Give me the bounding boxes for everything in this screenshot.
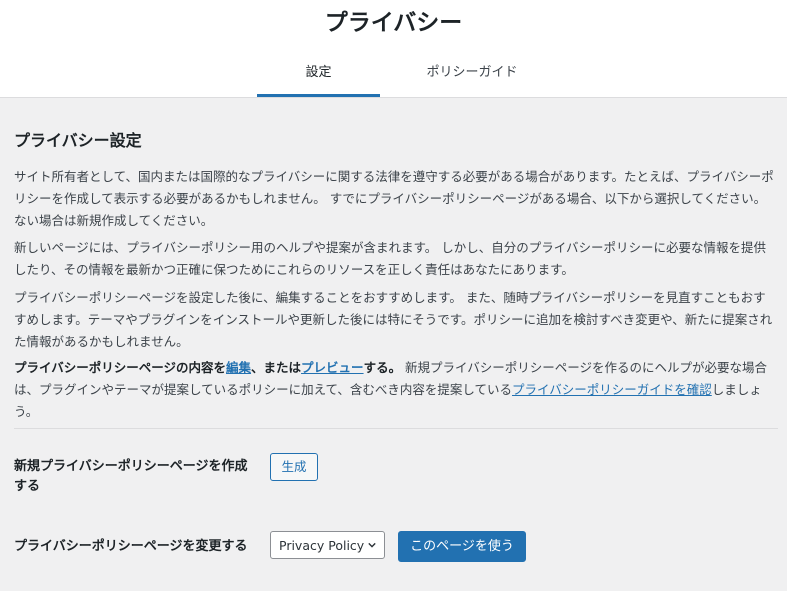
help-paragraph: 新しいページには、プライバシーポリシー用のヘルプや提案が含まれます。 しかし、自… [14,240,766,277]
tab-settings[interactable]: 設定 [257,58,380,97]
edit-preview-prefix: プライバシーポリシーページの内容を [14,360,227,375]
edit-preview-lead: プライバシーポリシーページの内容を編集、またはプレビューする。 [14,360,401,375]
chevron-down-icon [368,542,376,548]
page-title: プライバシー [324,10,463,36]
tab-policy-guide[interactable]: ポリシーガイド [410,58,534,97]
page-header: プライバシー 設定 ポリシーガイド [0,0,787,98]
edit-preview-mid: 、または [251,360,302,375]
section-title: プライバシー設定 [14,131,142,150]
select-value: Privacy Policy [279,538,365,553]
change-page-label: プライバシーポリシーページを変更する [14,539,248,554]
recommendation-paragraph: プライバシーポリシーページを設定した後に、編集することをおすすめします。 また、… [14,290,773,349]
edit-preview-suffix: する。 [363,360,402,375]
divider [14,428,778,429]
intro-paragraph: サイト所有者として、国内または国際的なプライバシーに関する法律を遵守する必要があ… [14,169,774,228]
use-this-page-button[interactable]: このページを使う [398,531,526,562]
generate-button[interactable]: 生成 [270,453,318,481]
edit-link[interactable]: 編集 [226,360,251,375]
create-page-label: 新規プライバシーポリシーページを作成する [14,459,248,494]
privacy-page-select[interactable]: Privacy Policy [270,531,385,559]
policy-guide-link[interactable]: プライバシーポリシーガイドを確認 [512,382,712,397]
edit-preview-paragraph: プライバシーポリシーページの内容を編集、またはプレビューする。 新規プライバシー… [14,357,774,423]
preview-link[interactable]: プレビュー [301,360,364,375]
tab-bar: 設定 ポリシーガイド [0,58,787,97]
